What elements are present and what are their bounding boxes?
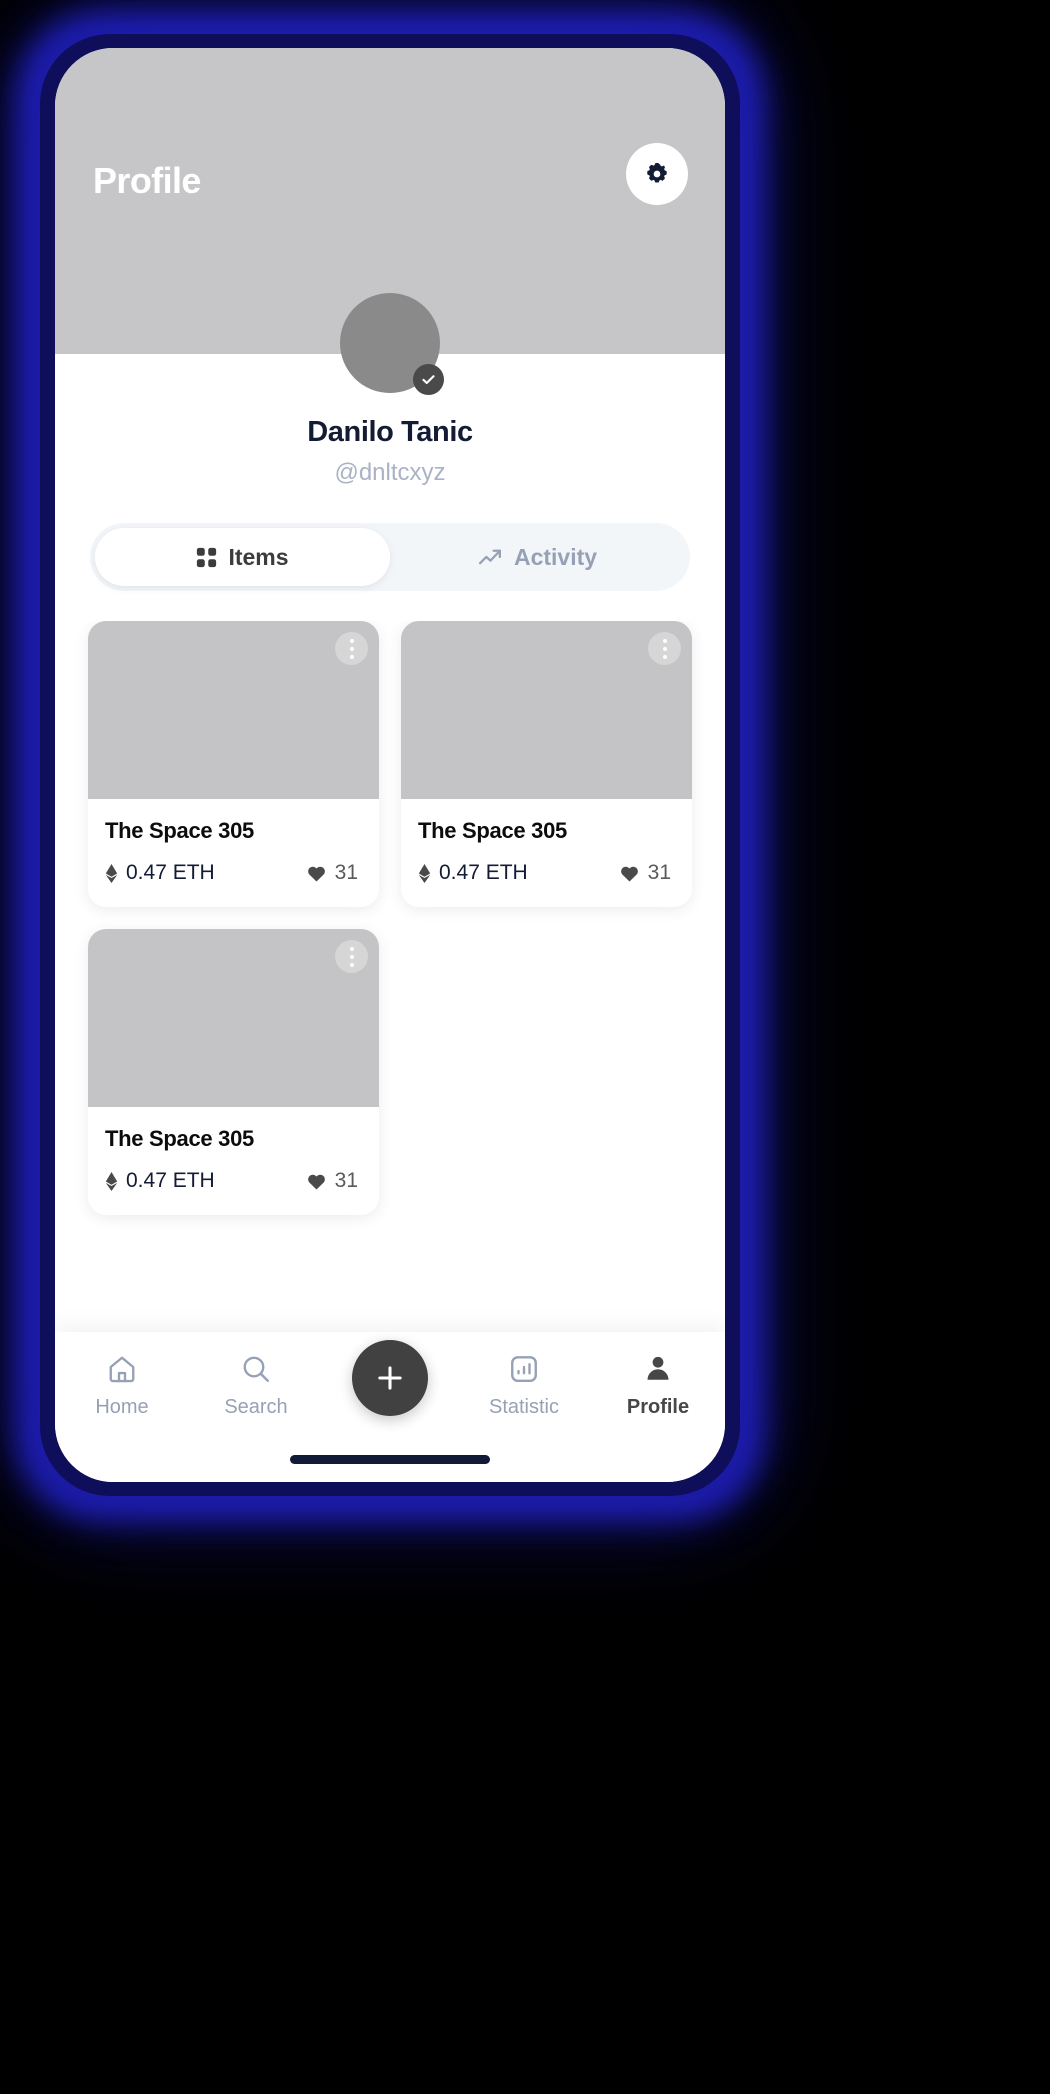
- more-vertical-icon[interactable]: [648, 632, 681, 665]
- more-vertical-icon[interactable]: [335, 940, 368, 973]
- item-price: 0.47 ETH: [105, 1169, 215, 1193]
- more-vertical-icon[interactable]: [335, 632, 368, 665]
- item-price: 0.47 ETH: [105, 861, 215, 885]
- dot: [349, 946, 354, 951]
- nav-label-statistic: Statistic: [488, 1396, 560, 1418]
- item-thumbnail: [88, 929, 379, 1107]
- home-indicator: [290, 1455, 490, 1464]
- verified-badge: [413, 364, 444, 395]
- ethereum-icon: [105, 863, 118, 883]
- tab-activity-label: Activity: [513, 543, 598, 570]
- plus-icon: [374, 1362, 406, 1394]
- tab-items-label: Items: [228, 543, 289, 570]
- nav-label-home: Home: [95, 1396, 149, 1418]
- items-scroll-area[interactable]: The Space 305 0.47 ETH 31 The Space 305 …: [55, 621, 725, 1332]
- nav-label-search: Search: [224, 1396, 288, 1418]
- nav-item-profile[interactable]: Profile: [591, 1354, 725, 1419]
- items-grid: The Space 305 0.47 ETH 31 The Space 305 …: [88, 621, 692, 1215]
- phone-screen: Profile Danilo Tanic @dnltcxyz Items Act…: [55, 48, 725, 1482]
- item-card[interactable]: The Space 305 0.47 ETH 31: [88, 621, 379, 907]
- check-icon: [421, 372, 436, 387]
- item-card[interactable]: The Space 305 0.47 ETH 31: [401, 621, 692, 907]
- heart-icon: [307, 1173, 326, 1190]
- item-likes-count: 31: [334, 861, 358, 884]
- avatar[interactable]: [340, 293, 444, 395]
- bottom-navigation: Home Search Statistic Profile: [55, 1332, 725, 1482]
- item-title: The Space 305: [105, 818, 254, 843]
- identity-block: Danilo Tanic @dnltcxyz: [55, 416, 725, 487]
- nav-item-search[interactable]: Search: [189, 1354, 323, 1419]
- gear-icon: [644, 161, 670, 187]
- item-likes[interactable]: 31: [620, 861, 675, 885]
- display-name: Danilo Tanic: [307, 416, 473, 448]
- heart-icon: [620, 865, 639, 882]
- item-price: 0.47 ETH: [418, 861, 528, 885]
- item-thumbnail: [401, 621, 692, 799]
- home-icon: [107, 1354, 137, 1384]
- item-thumbnail: [88, 621, 379, 799]
- person-icon: [643, 1354, 673, 1384]
- dot: [349, 646, 354, 651]
- item-meta: 0.47 ETH 31: [418, 861, 675, 885]
- tab-items[interactable]: Items: [95, 528, 390, 586]
- nav-item-statistic[interactable]: Statistic: [457, 1354, 591, 1419]
- item-card[interactable]: The Space 305 0.47 ETH 31: [88, 929, 379, 1215]
- item-price-label: 0.47 ETH: [439, 861, 528, 884]
- search-icon: [241, 1354, 271, 1384]
- fab-wrapper: [323, 1340, 457, 1416]
- heart-icon: [307, 865, 326, 882]
- grid-icon: [196, 547, 217, 568]
- item-meta: 0.47 ETH 31: [105, 1169, 362, 1193]
- settings-button[interactable]: [626, 143, 688, 205]
- dot: [349, 954, 354, 959]
- statistic-icon: [509, 1354, 539, 1384]
- device-frame: Profile Danilo Tanic @dnltcxyz Items Act…: [0, 0, 1050, 2094]
- dot: [349, 962, 354, 967]
- profile-tabs: Items Activity: [90, 523, 690, 591]
- page-title: Profile: [93, 160, 201, 201]
- item-body: The Space 305 0.47 ETH 31: [401, 799, 692, 907]
- item-likes[interactable]: 31: [307, 861, 362, 885]
- nav-label-profile: Profile: [626, 1396, 690, 1418]
- handle: @dnltcxyz: [334, 459, 446, 486]
- item-price-label: 0.47 ETH: [126, 1169, 215, 1192]
- item-likes-count: 31: [334, 1169, 358, 1192]
- dot: [349, 638, 354, 643]
- dot: [662, 638, 667, 643]
- item-body: The Space 305 0.47 ETH 31: [88, 799, 379, 907]
- item-body: The Space 305 0.47 ETH 31: [88, 1107, 379, 1215]
- item-price-label: 0.47 ETH: [126, 861, 215, 884]
- item-meta: 0.47 ETH 31: [105, 861, 362, 885]
- nav-item-home[interactable]: Home: [55, 1354, 189, 1419]
- item-title: The Space 305: [418, 818, 567, 843]
- trending-up-icon: [478, 545, 503, 570]
- item-title: The Space 305: [105, 1126, 254, 1151]
- dot: [662, 646, 667, 651]
- item-likes[interactable]: 31: [307, 1169, 362, 1193]
- add-button[interactable]: [352, 1340, 428, 1416]
- ethereum-icon: [418, 863, 431, 883]
- dot: [349, 654, 354, 659]
- item-likes-count: 31: [647, 861, 671, 884]
- tab-activity[interactable]: Activity: [390, 528, 685, 586]
- ethereum-icon: [105, 1171, 118, 1191]
- dot: [662, 654, 667, 659]
